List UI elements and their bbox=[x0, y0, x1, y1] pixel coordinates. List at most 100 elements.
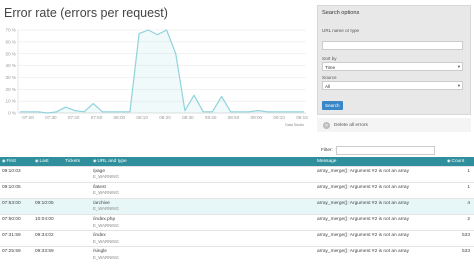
y-tick-label: 0 % bbox=[8, 111, 16, 116]
url-cell: /latest E_WARNING bbox=[91, 181, 315, 199]
sort-by-label: Sort by bbox=[322, 56, 337, 61]
table-row[interactable]: 09:10:05/latest E_WARNING array_merge(): A… bbox=[0, 181, 474, 199]
search-options-title: Search options bbox=[322, 10, 360, 16]
last-cell: 09:10:05 bbox=[33, 197, 63, 215]
sort-by-select[interactable]: Time ▾ bbox=[322, 62, 463, 71]
error-type: E_WARNING bbox=[93, 222, 119, 228]
message-cell: array_merge(): Argument #2 is not an arr… bbox=[315, 230, 445, 247]
delete-all-label: Delete all errors bbox=[334, 122, 368, 128]
error-rate-chart: 0 % 10 % 20 % 30 % 40 % 50 % 60 % 70 % 07:20 07:3… bbox=[0, 24, 312, 134]
last-cell: 09:33:59 bbox=[33, 246, 63, 263]
message-cell: array_merge(): Argument #2 is not an arr… bbox=[315, 246, 445, 263]
url-cell: /page E_WARNING bbox=[91, 165, 315, 183]
table-row[interactable]: 07:31:59 09:34:02/index E_WARNING array_mer… bbox=[0, 230, 474, 247]
error-type: E_WARNING bbox=[93, 238, 119, 244]
source-select[interactable]: All ▾ bbox=[322, 81, 463, 90]
column-header-tickets[interactable]: Tickets bbox=[63, 157, 91, 166]
first-cell: 07:25:59 bbox=[0, 246, 33, 263]
column-header-count[interactable]: ◉Count bbox=[445, 157, 474, 166]
sort-icon: ◉ bbox=[93, 158, 97, 164]
first-cell: 07:50:00 bbox=[0, 214, 33, 231]
page-title: Error rate (errors per request) bbox=[4, 6, 168, 20]
y-tick-label: 40 % bbox=[6, 63, 16, 68]
column-header-message[interactable]: Message bbox=[315, 157, 445, 166]
sort-icon: ◉ bbox=[2, 158, 6, 164]
chevron-down-icon: ▾ bbox=[457, 83, 460, 88]
url-cell: /single E_WARNING bbox=[91, 246, 315, 263]
last-cell bbox=[33, 165, 63, 183]
error-type: E_WARNING bbox=[93, 190, 119, 196]
y-tick-label: 60 % bbox=[6, 39, 16, 44]
chart-svg: 0 % 10 % 20 % 30 % 40 % 50 % 60 % 70 % 07:20 07:3… bbox=[6, 28, 309, 127]
count-cell: 1 bbox=[445, 181, 474, 199]
filter-input[interactable] bbox=[336, 145, 435, 155]
message-cell: array_merge(): Argument #2 is not an arr… bbox=[315, 181, 445, 199]
y-tick-label: 50 % bbox=[6, 51, 16, 56]
column-header-last-label: Last bbox=[39, 159, 49, 165]
series-area bbox=[20, 30, 304, 113]
filter-label: Filter: bbox=[321, 147, 333, 153]
tickets-cell bbox=[63, 181, 91, 199]
chart-credit: Data Studio bbox=[285, 123, 304, 127]
delete-all-errors-button[interactable]: ✕ Delete all errors bbox=[317, 118, 471, 132]
url-input[interactable] bbox=[322, 41, 463, 50]
error-type: E_WARNING bbox=[93, 174, 119, 180]
x-tick-label: 08:40 bbox=[205, 115, 217, 120]
tickets-cell bbox=[63, 246, 91, 263]
first-cell: 07:31:59 bbox=[0, 230, 33, 247]
column-header-first-label: First bbox=[6, 159, 16, 165]
sort-icon: ◉ bbox=[35, 158, 39, 164]
sort-by-value: Time bbox=[325, 64, 336, 70]
x-tick-label: 08:00 bbox=[114, 115, 126, 120]
source-value: All bbox=[325, 83, 331, 89]
tickets-cell bbox=[63, 230, 91, 247]
x-tick-label: 08:20 bbox=[159, 115, 171, 120]
trash-icon: ✕ bbox=[323, 121, 330, 129]
x-tick-label: 07:30 bbox=[45, 115, 57, 120]
tickets-cell bbox=[63, 165, 91, 183]
first-cell: 09:10:03 bbox=[0, 165, 33, 183]
column-header-url[interactable]: ◉URL and type bbox=[91, 157, 315, 166]
table-row[interactable]: 07:25:59 09:33:59/single E_WARNING array_me… bbox=[0, 246, 474, 263]
count-cell: 2 bbox=[445, 214, 474, 231]
first-cell: 07:53:00 bbox=[0, 197, 33, 215]
last-cell: 10:04:00 bbox=[33, 214, 63, 231]
y-tick-label: 10 % bbox=[6, 99, 16, 104]
url-cell: /index E_WARNING bbox=[91, 230, 315, 247]
table-header-row: ◉First ◉Last Tickets ◉URL and type Messa… bbox=[0, 157, 474, 166]
x-tick-label: 07:20 bbox=[22, 115, 34, 120]
first-cell: 09:10:05 bbox=[0, 181, 33, 199]
column-header-last[interactable]: ◉Last bbox=[33, 157, 63, 166]
url-cell: /archive E_WARNING bbox=[91, 197, 315, 215]
table-row[interactable]: 09:10:03/page E_WARNING array_merge(): Arg… bbox=[0, 165, 474, 183]
message-cell: array_merge(): Argument #2 is not an arr… bbox=[315, 165, 445, 183]
table-row[interactable]: 07:50:00 10:04:00/index.php E_WARNING array… bbox=[0, 214, 474, 231]
table-row[interactable]: 07:53:00 09:10:05/archive E_WARNING array_m… bbox=[0, 197, 474, 215]
search-button[interactable]: Search bbox=[322, 101, 343, 110]
error-type: E_WARNING bbox=[93, 255, 119, 261]
source-label: Source bbox=[322, 75, 337, 80]
y-tick-label: 30 % bbox=[6, 75, 16, 80]
message-cell: array_merge(): Argument #2 is not an arr… bbox=[315, 214, 445, 231]
last-cell: 09:34:02 bbox=[33, 230, 63, 247]
url-cell: /index.php E_WARNING bbox=[91, 214, 315, 231]
count-cell: 533 bbox=[445, 230, 474, 247]
tickets-cell bbox=[63, 214, 91, 231]
count-cell: 533 bbox=[445, 246, 474, 263]
x-tick-label: 09:00 bbox=[251, 115, 263, 120]
column-header-first[interactable]: ◉First bbox=[0, 157, 33, 166]
sort-icon: ◉ bbox=[447, 158, 451, 164]
x-tick-label: 08:50 bbox=[228, 115, 240, 120]
y-tick-label: 70 % bbox=[6, 28, 16, 33]
x-tick-label: 09:10 bbox=[273, 115, 285, 120]
last-cell bbox=[33, 181, 63, 199]
x-tick-label: 08:10 bbox=[136, 115, 148, 120]
error-type: E_WARNING bbox=[93, 206, 119, 212]
chevron-down-icon: ▾ bbox=[457, 64, 460, 69]
filter-bar: Filter: bbox=[317, 144, 471, 156]
y-tick-label: 20 % bbox=[6, 87, 16, 92]
column-header-url-label: URL and type bbox=[97, 159, 127, 165]
tickets-cell bbox=[63, 197, 91, 215]
message-cell: array_merge(): Argument #2 is not an arr… bbox=[315, 197, 445, 215]
x-tick-label: 07:50 bbox=[91, 115, 103, 120]
